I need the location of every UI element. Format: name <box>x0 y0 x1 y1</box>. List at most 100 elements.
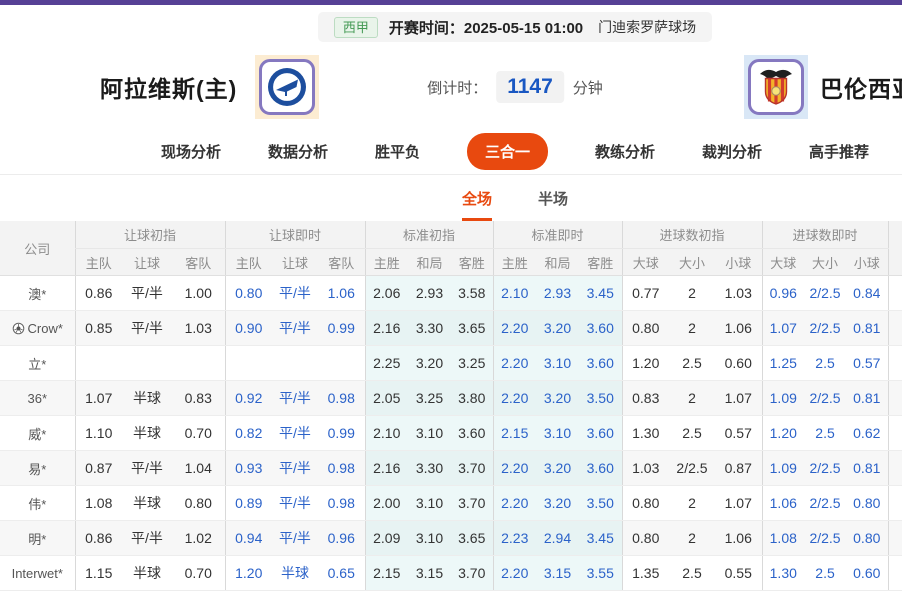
odds-cell-4-4-2: 0.57 <box>715 416 762 451</box>
company-cell-3[interactable]: 36* <box>0 381 75 416</box>
sub-header-0-2: 客队 <box>172 249 225 276</box>
subtab-1[interactable]: 半场 <box>538 188 568 221</box>
soccer-ball-icon <box>12 322 25 335</box>
odds-cell-2-0-2 <box>172 346 225 381</box>
odds-cell-2-2-1: 3.20 <box>408 346 451 381</box>
odds-row-8: Interwet*1.15半球0.701.20半球0.652.153.153.7… <box>0 556 902 591</box>
odds-cell-3-3-1: 3.20 <box>536 381 579 416</box>
cutoff-cell-6 <box>888 486 902 521</box>
odds-cell-4-5-2: 0.62 <box>846 416 888 451</box>
odds-cell-7-3-2: 3.45 <box>579 521 622 556</box>
company-cell-1[interactable]: Crow* <box>0 311 75 346</box>
sub-header-5-0: 大球 <box>762 249 804 276</box>
odds-cell-3-0-0: 1.07 <box>75 381 122 416</box>
group-header-0: 让球初指 <box>75 221 225 249</box>
sub-header-3-1: 和局 <box>536 249 579 276</box>
odds-cell-2-1-1 <box>272 346 318 381</box>
odds-cell-0-3-2: 3.45 <box>579 276 622 311</box>
odds-cell-5-0-0: 0.87 <box>75 451 122 486</box>
odds-cell-3-0-1: 半球 <box>122 381 172 416</box>
odds-cell-3-4-2: 1.07 <box>715 381 762 416</box>
odds-cell-2-5-1: 2.5 <box>804 346 846 381</box>
match-info-bar: 西甲 开赛时间：2025-05-15 01:00 门迪索罗萨球场 <box>318 12 712 42</box>
company-cell-6[interactable]: 伟* <box>0 486 75 521</box>
odds-cell-0-4-1: 2 <box>669 276 715 311</box>
analysis-nav-tabs: 现场分析 数据分析 胜平负 三合一 教练分析 裁判分析 高手推荐 <box>0 128 902 175</box>
odds-cell-6-0-0: 1.08 <box>75 486 122 521</box>
odds-cell-4-4-0: 1.30 <box>622 416 669 451</box>
odds-cell-6-0-1: 半球 <box>122 486 172 521</box>
odds-cell-1-5-1: 2/2.5 <box>804 311 846 346</box>
sub-header-0-1: 让球 <box>122 249 172 276</box>
company-cell-0[interactable]: 澳* <box>0 276 75 311</box>
odds-cell-1-2-2: 3.65 <box>451 311 493 346</box>
odds-cell-5-5-1: 2/2.5 <box>804 451 846 486</box>
odds-cell-4-1-0: 0.82 <box>225 416 272 451</box>
odds-cell-5-5-2: 0.81 <box>846 451 888 486</box>
sub-header-5-2: 小球 <box>846 249 888 276</box>
nav-tab-3[interactable]: 三合一 <box>467 133 548 170</box>
nav-tab-5[interactable]: 裁判分析 <box>702 141 762 162</box>
league-badge[interactable]: 西甲 <box>334 17 378 38</box>
cutoff-cell-4 <box>888 416 902 451</box>
odds-cell-1-5-0: 1.07 <box>762 311 804 346</box>
odds-cell-2-1-2 <box>318 346 365 381</box>
odds-cell-6-1-2: 0.98 <box>318 486 365 521</box>
odds-cell-0-1-1: 平/半 <box>272 276 318 311</box>
sub-header-3-0: 主胜 <box>493 249 536 276</box>
nav-tab-4[interactable]: 教练分析 <box>595 141 655 162</box>
odds-cell-7-2-1: 3.10 <box>408 521 451 556</box>
company-cell-4[interactable]: 威* <box>0 416 75 451</box>
company-cell-8[interactable]: Interwet* <box>0 556 75 591</box>
nav-tab-1[interactable]: 数据分析 <box>268 141 328 162</box>
odds-cell-8-0-1: 半球 <box>122 556 172 591</box>
company-cell-5[interactable]: 易* <box>0 451 75 486</box>
sub-header-4-2: 小球 <box>715 249 762 276</box>
odds-cell-6-2-1: 3.10 <box>408 486 451 521</box>
company-cell-7[interactable]: 明* <box>0 521 75 556</box>
odds-cell-0-2-0: 2.06 <box>365 276 408 311</box>
nav-tab-2[interactable]: 胜平负 <box>375 141 420 162</box>
odds-cell-0-5-2: 0.84 <box>846 276 888 311</box>
odds-cell-5-5-0: 1.09 <box>762 451 804 486</box>
odds-cell-6-2-2: 3.70 <box>451 486 493 521</box>
odds-cell-3-0-2: 0.83 <box>172 381 225 416</box>
odds-cell-8-4-1: 2.5 <box>669 556 715 591</box>
sub-header-4-0: 大球 <box>622 249 669 276</box>
odds-cell-7-4-2: 1.06 <box>715 521 762 556</box>
odds-cell-7-5-1: 2/2.5 <box>804 521 846 556</box>
odds-cell-5-0-1: 平/半 <box>122 451 172 486</box>
odds-cell-0-4-0: 0.77 <box>622 276 669 311</box>
company-cell-2[interactable]: 立* <box>0 346 75 381</box>
odds-cell-0-4-2: 1.03 <box>715 276 762 311</box>
odds-cell-7-3-0: 2.23 <box>493 521 536 556</box>
nav-tab-6[interactable]: 高手推荐 <box>809 141 869 162</box>
cutoff-cell-8 <box>888 556 902 591</box>
odds-cell-3-2-0: 2.05 <box>365 381 408 416</box>
odds-cell-3-2-2: 3.80 <box>451 381 493 416</box>
odds-cell-3-4-0: 0.83 <box>622 381 669 416</box>
odds-cell-5-2-0: 2.16 <box>365 451 408 486</box>
cutoff-cell-7 <box>888 521 902 556</box>
info-bar-row: 西甲 开赛时间：2025-05-15 01:00 门迪索罗萨球场 <box>0 12 902 42</box>
page: 西甲 开赛时间：2025-05-15 01:00 门迪索罗萨球场 阿拉维斯(主) <box>0 0 902 591</box>
away-team-block: 巴伦西亚 <box>744 55 902 119</box>
subtab-0[interactable]: 全场 <box>462 188 492 221</box>
odds-cell-6-5-1: 2/2.5 <box>804 486 846 521</box>
odds-cell-5-3-1: 3.20 <box>536 451 579 486</box>
sub-header-3-2: 客胜 <box>579 249 622 276</box>
odds-cell-8-2-1: 3.15 <box>408 556 451 591</box>
odds-cell-1-1-0: 0.90 <box>225 311 272 346</box>
odds-cell-1-4-1: 2 <box>669 311 715 346</box>
odds-cell-4-2-0: 2.10 <box>365 416 408 451</box>
odds-cell-1-0-1: 平/半 <box>122 311 172 346</box>
cutoff-cell-5 <box>888 451 902 486</box>
odds-cell-0-3-0: 2.10 <box>493 276 536 311</box>
odds-cell-5-1-1: 平/半 <box>272 451 318 486</box>
odds-cell-0-0-2: 1.00 <box>172 276 225 311</box>
odds-cell-8-4-2: 0.55 <box>715 556 762 591</box>
odds-row-4: 威*1.10半球0.700.82平/半0.992.103.103.602.153… <box>0 416 902 451</box>
teams-row: 阿拉维斯(主) 倒计时： 1147 分钟 <box>0 46 902 128</box>
cutoff-cell-0 <box>888 276 902 311</box>
nav-tab-0[interactable]: 现场分析 <box>161 141 221 162</box>
